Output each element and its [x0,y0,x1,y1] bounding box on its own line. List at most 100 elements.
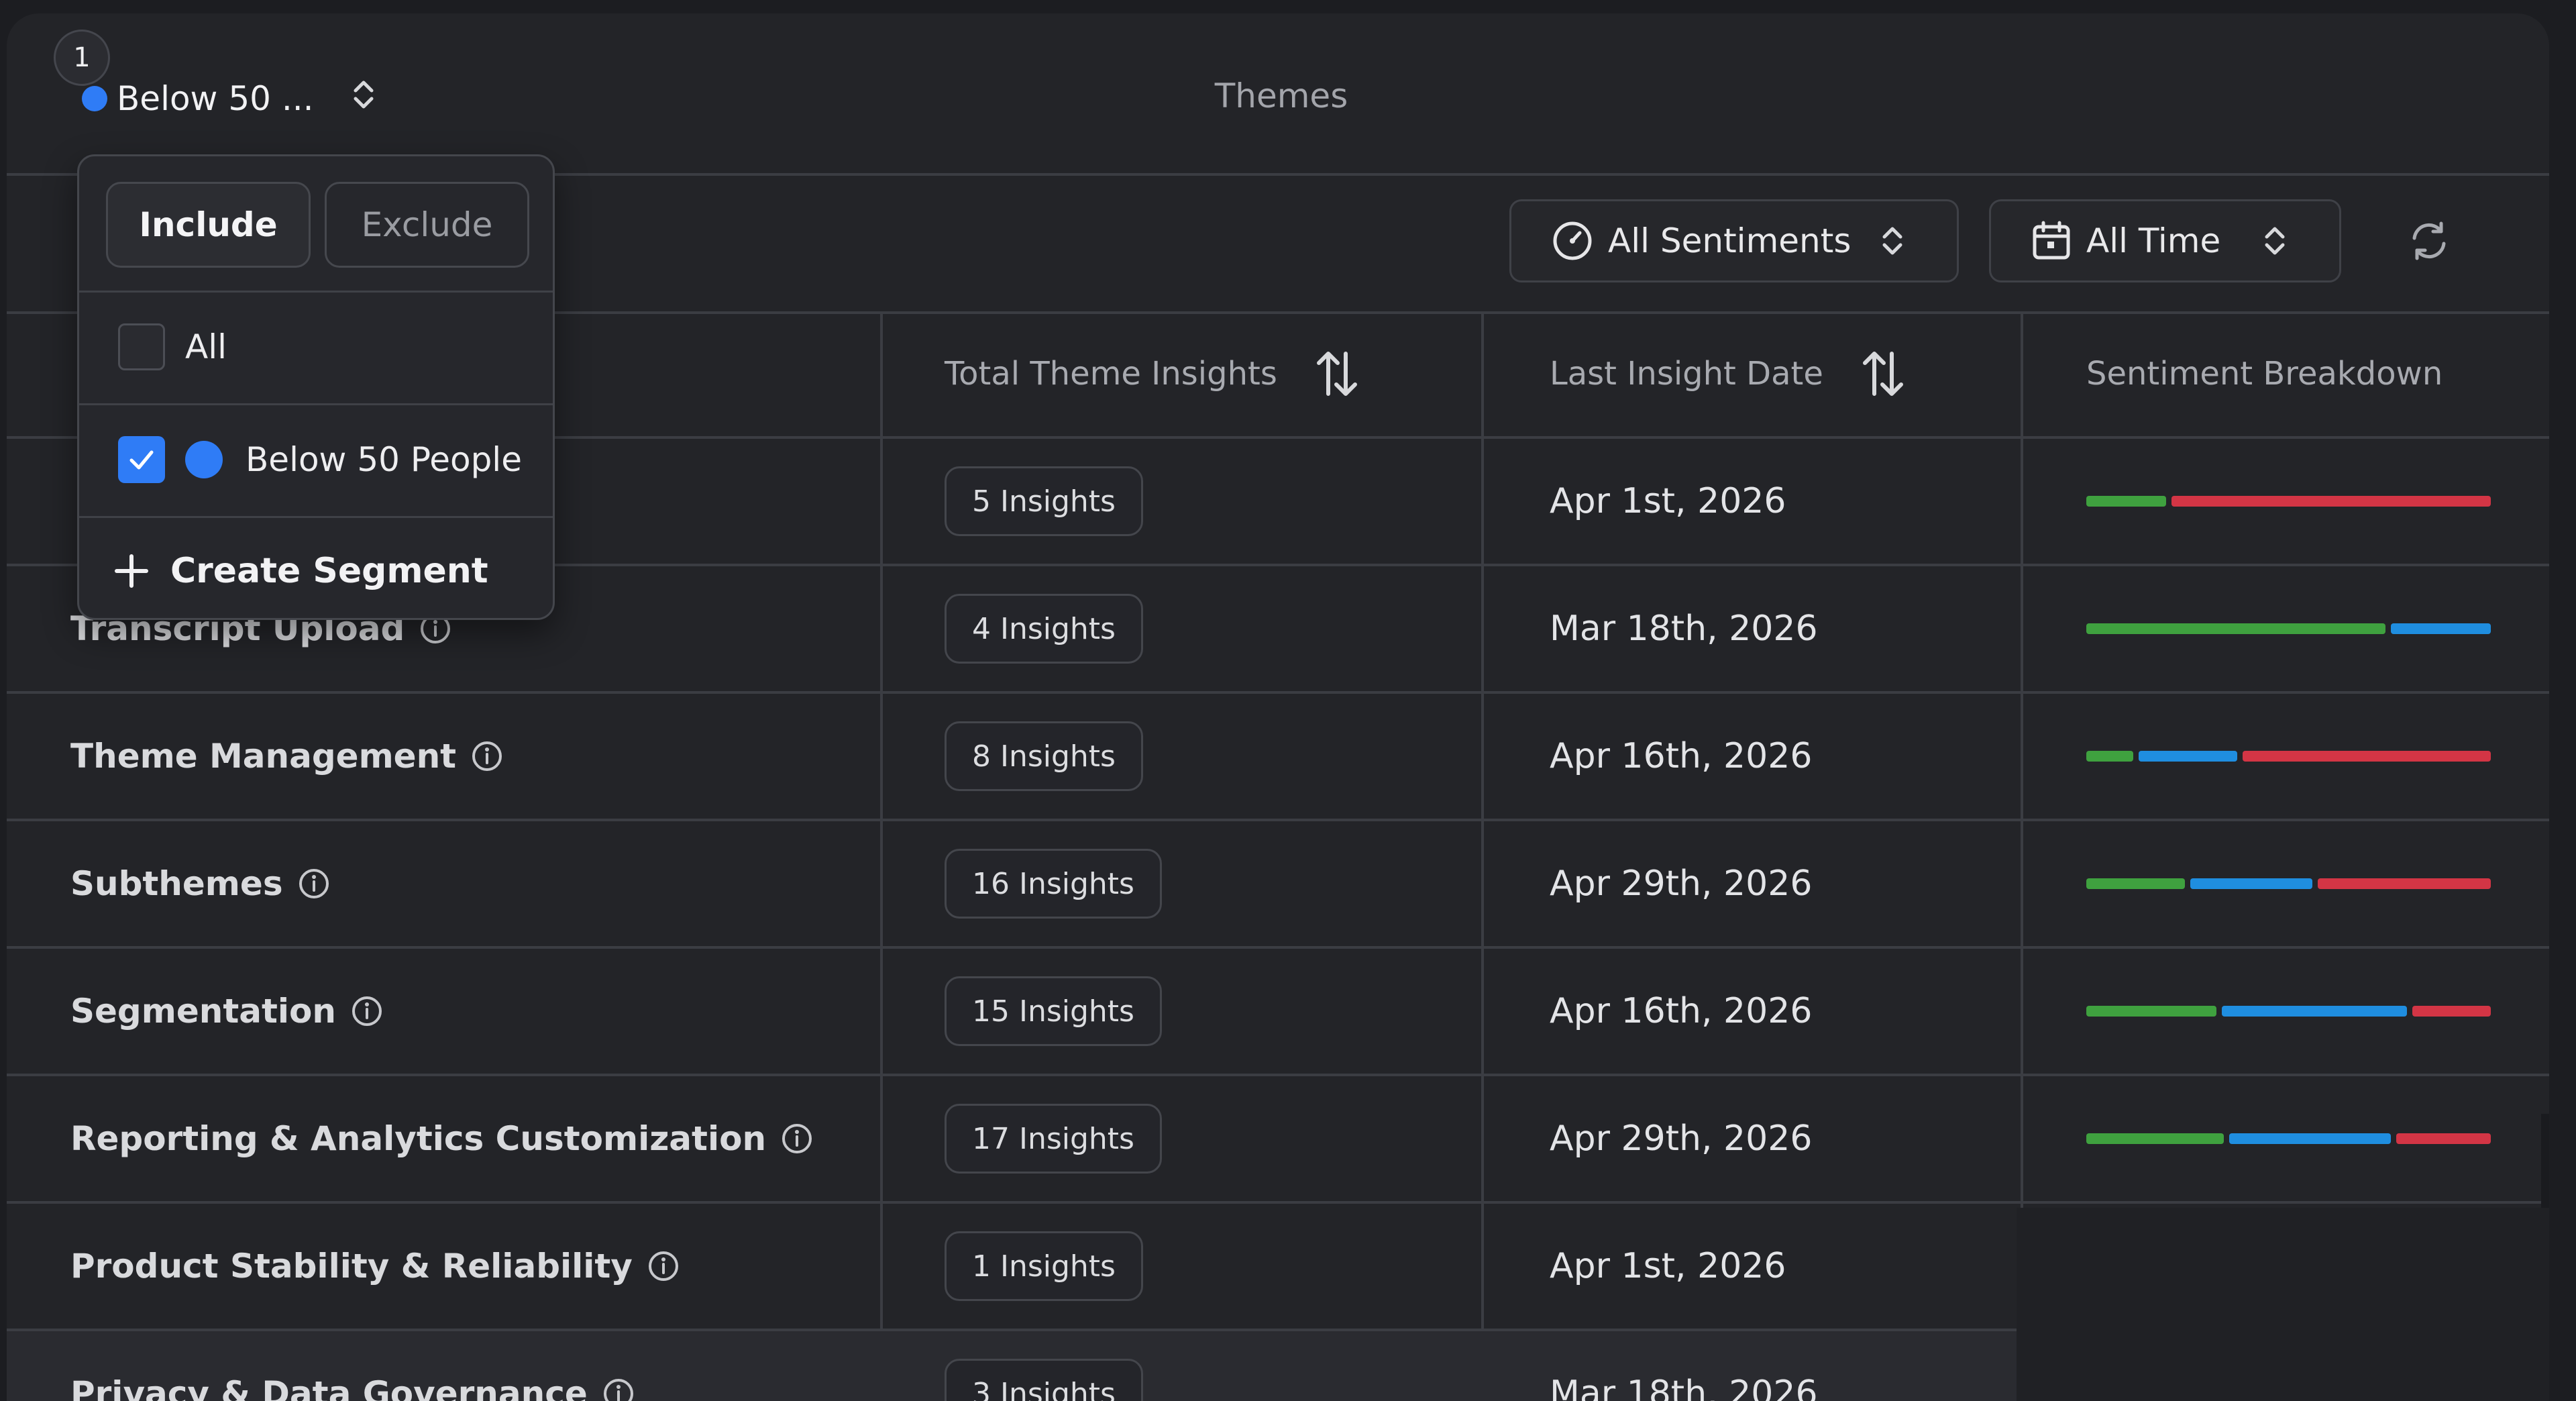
column-header-total-insights[interactable]: Total Theme Insights [945,311,1360,436]
checkbox-checked[interactable] [118,436,165,483]
last-insight-date: Apr 1st, 2026 [1550,1246,1786,1286]
sentiment-filter-label: All Sentiments [1608,221,1851,260]
sentiment-segment-negative [2171,496,2491,507]
sentiment-segment-positive [2086,1133,2224,1144]
plus-icon [113,552,150,590]
info-icon[interactable] [602,1378,635,1401]
gauge-icon [1552,220,1593,262]
sentiment-segment-negative [2396,1133,2491,1144]
sentiment-segment-positive [2086,496,2166,507]
insights-count-badge[interactable]: 3 Insights [945,1359,1143,1401]
sentiment-segment-positive [2086,623,2385,634]
column-header-sentiment: Sentiment Breakdown [2086,311,2443,436]
chevron-updown-icon [1879,221,1906,261]
sentiment-segment-neutral [2222,1006,2407,1017]
table-row[interactable]: Reporting & Analytics Customization 17 In… [7,1076,2549,1204]
chevron-updown-icon [2261,221,2288,261]
exclude-button[interactable]: Exclude [325,182,529,268]
table-row[interactable]: Subthemes 16 Insights Apr 29th, 2026 [7,821,2549,949]
insights-count-badge[interactable]: 1 Insights [945,1231,1143,1301]
column-header-label: Sentiment Breakdown [2086,355,2443,393]
option-all[interactable]: All [79,291,553,403]
last-insight-date: Apr 29th, 2026 [1550,1119,1813,1159]
sentiment-breakdown-bar [2086,878,2491,889]
sentiment-segment-neutral [2229,1133,2391,1144]
sentiment-segment-positive [2086,1006,2216,1017]
sentiment-segment-negative [2318,878,2491,889]
info-icon[interactable] [351,995,383,1027]
sentiment-segment-neutral [2139,751,2237,762]
theme-name[interactable]: Subthemes [70,821,330,946]
insights-count-badge[interactable]: 8 Insights [945,721,1143,791]
segment-color-dot [82,86,107,111]
step-number-badge: 1 [54,30,110,86]
theme-name-label: Theme Management [70,737,457,776]
column-header-label: Last Insight Date [1550,355,1823,393]
option-below-50-people[interactable]: Below 50 People [79,403,553,516]
sentiment-segment-neutral [2190,878,2312,889]
last-insight-date: Apr 1st, 2026 [1550,481,1786,521]
theme-name-label: Reporting & Analytics Customization [70,1119,767,1158]
info-icon[interactable] [471,740,503,772]
themes-panel: Below 50 ... Themes All Sentiments All T… [7,13,2549,1401]
info-icon[interactable] [298,868,330,900]
theme-name[interactable]: Reporting & Analytics Customization [70,1076,813,1201]
last-insight-date: Mar 18th, 2026 [1550,1373,1818,1401]
theme-name-label: Subthemes [70,864,283,903]
sentiment-segment-negative [2412,1006,2491,1017]
info-icon[interactable] [781,1123,813,1155]
theme-name-label: Product Stability & Reliability [70,1247,633,1286]
segment-color-dot [185,441,223,478]
sentiment-segment-neutral [2391,623,2491,634]
table-row[interactable]: Segmentation 15 Insights Apr 16th, 2026 [7,949,2549,1076]
table-row[interactable]: Theme Management 8 Insights Apr 16th, 2026 [7,694,2549,821]
sentiment-segment-positive [2086,751,2133,762]
time-filter-label: All Time [2086,221,2221,260]
sentiment-breakdown-bar [2086,496,2491,507]
create-segment-button[interactable]: Create Segment [113,537,488,605]
sentiment-breakdown-bar [2086,623,2491,634]
last-insight-date: Apr 16th, 2026 [1550,991,1813,1031]
column-header-label: Total Theme Insights [945,355,1277,393]
sort-icon[interactable] [1860,347,1907,401]
theme-name-label: Privacy & Data Governance [70,1374,588,1401]
theme-name[interactable]: Privacy & Data Governance [70,1331,635,1401]
column-header-last-date[interactable]: Last Insight Date [1550,311,1907,436]
page-title: Themes [1214,76,1348,115]
insights-count-badge[interactable]: 4 Insights [945,594,1143,664]
segment-dropdown: Include Exclude All Below 50 People Crea… [77,154,555,620]
theme-name[interactable]: Product Stability & Reliability [70,1204,680,1329]
include-button[interactable]: Include [106,182,311,268]
insights-count-badge[interactable]: 16 Insights [945,849,1162,919]
sentiment-breakdown-bar [2086,1006,2491,1017]
theme-name[interactable]: Segmentation [70,949,383,1074]
insights-count-badge[interactable]: 5 Insights [945,466,1143,536]
chevron-updown-icon [350,74,377,123]
segment-selector-label: Below 50 ... [117,79,314,118]
sentiment-segment-negative [2243,751,2491,762]
last-insight-date: Apr 16th, 2026 [1550,736,1813,776]
last-insight-date: Mar 18th, 2026 [1550,609,1818,649]
option-label: Below 50 People [246,440,522,479]
theme-name-label: Segmentation [70,992,336,1031]
info-icon[interactable] [647,1250,680,1282]
sentiment-breakdown-bar [2086,751,2491,762]
theme-name[interactable]: Theme Management [70,694,503,819]
sort-icon[interactable] [1313,347,1360,401]
insights-count-badge[interactable]: 17 Insights [945,1104,1162,1174]
calendar-icon [2031,220,2072,262]
segment-selector[interactable]: Below 50 ... [82,75,377,122]
sentiment-filter[interactable]: All Sentiments [1509,199,1959,282]
time-filter[interactable]: All Time [1989,199,2341,282]
header: Below 50 ... Themes [7,13,2549,176]
dark-overlay [2017,1208,2549,1401]
last-insight-date: Apr 29th, 2026 [1550,864,1813,904]
check-icon [129,450,154,470]
refresh-icon[interactable] [2406,217,2453,264]
insights-count-badge[interactable]: 15 Insights [945,976,1162,1046]
sentiment-breakdown-bar [2086,1133,2491,1144]
checkbox-unchecked[interactable] [118,323,165,370]
option-label: All [185,327,227,366]
sentiment-segment-positive [2086,878,2185,889]
create-segment-label: Create Segment [170,551,488,591]
